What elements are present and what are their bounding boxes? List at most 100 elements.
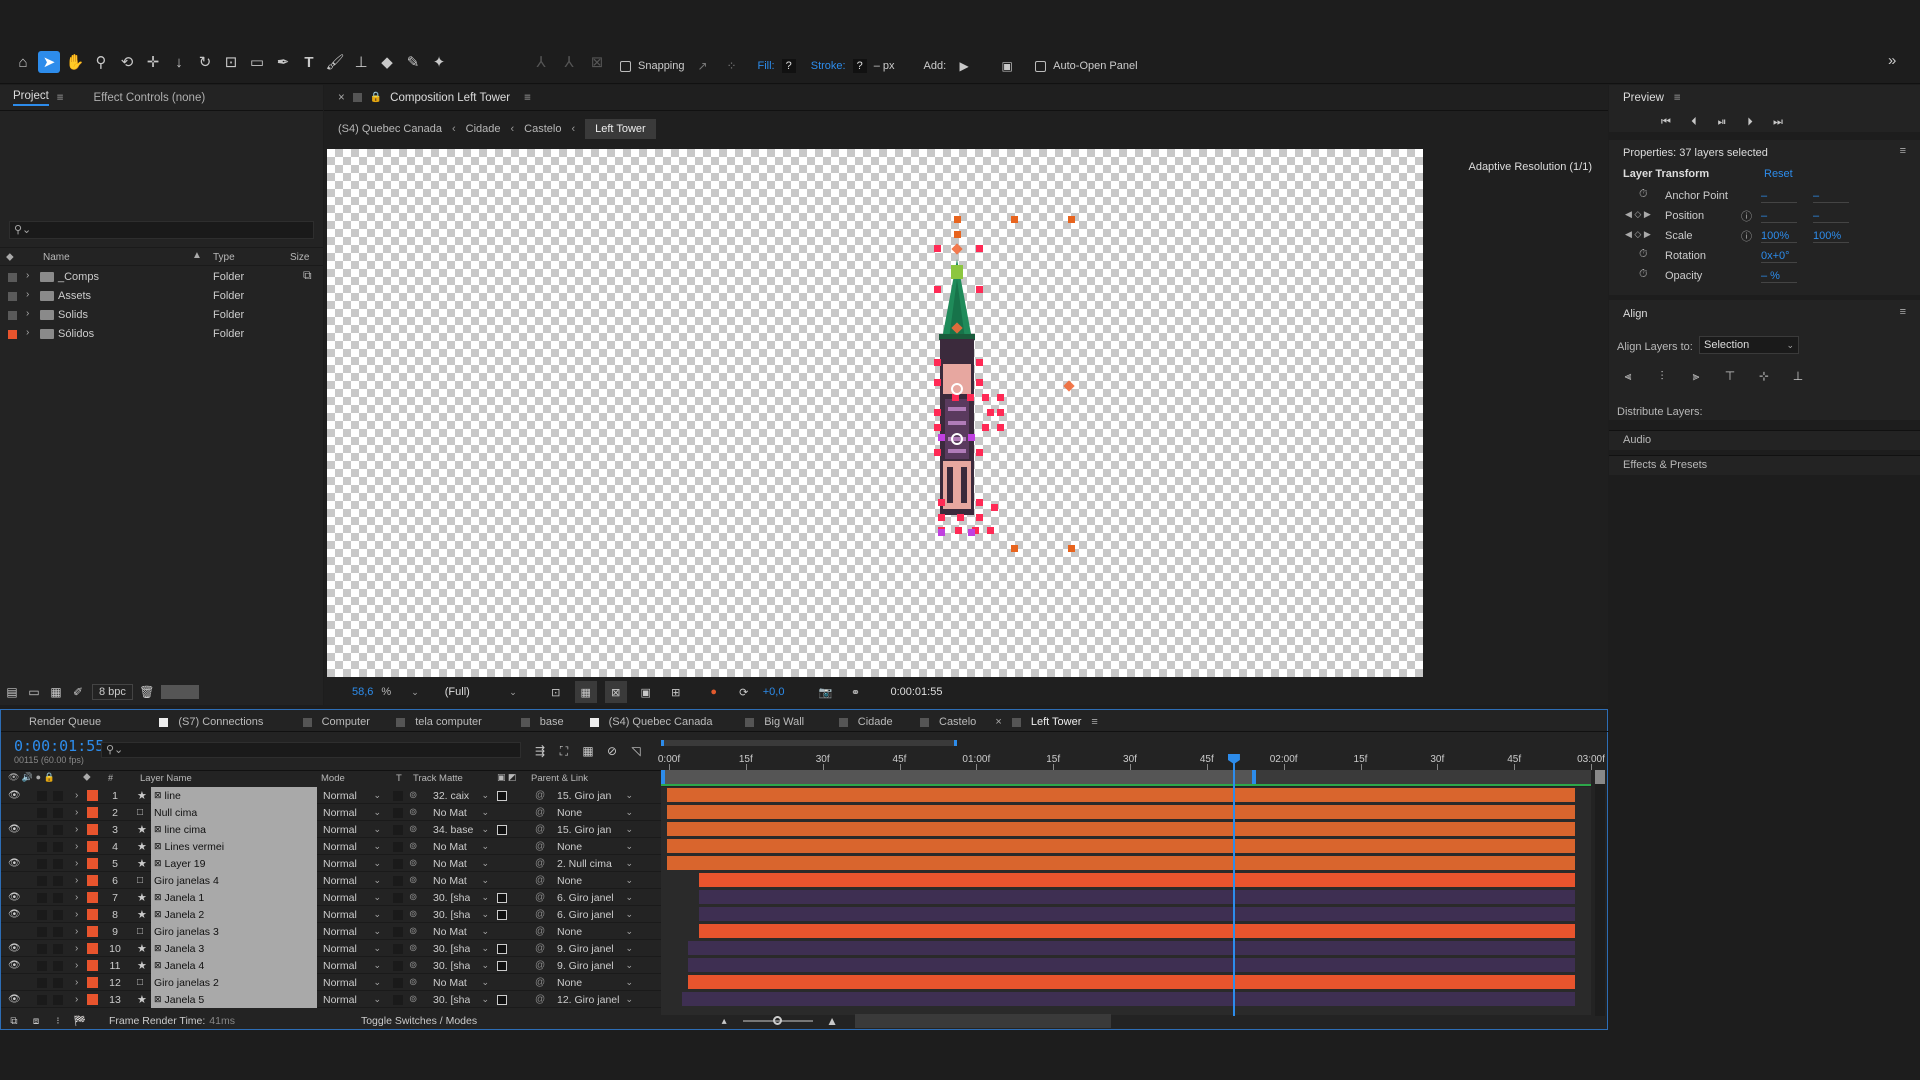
layer-label-color[interactable] [87, 974, 98, 991]
chevron-right-icon[interactable]: › [26, 270, 29, 281]
lock-switch[interactable] [53, 974, 63, 991]
current-time[interactable]: 0:00:01:55 [14, 737, 104, 755]
track-matte-dropdown[interactable]: No Mat ⌄ [433, 923, 489, 940]
track-matte-dropdown[interactable]: 30. [sha ⌄ [433, 991, 489, 1008]
expand-layer-icon[interactable]: › [75, 957, 78, 974]
align-left-icon[interactable]: ⫷ [1617, 365, 1639, 387]
fill-swatch[interactable]: ? [781, 59, 796, 73]
preserve-transparency-switch[interactable] [393, 838, 403, 855]
horizontal-scrollbar[interactable] [855, 1014, 1112, 1028]
tools-panel-icon[interactable]: ▣ [996, 55, 1018, 77]
label-color[interactable] [8, 292, 17, 301]
parent-dropdown[interactable]: None ⌄ [557, 974, 633, 991]
layer-duration-bar[interactable] [698, 907, 1575, 921]
layer-row[interactable]: › 12 □ Giro janelas 2 Normal ⌄ ⊚ No Mat ⌄ @ None ⌄ [1, 974, 661, 991]
first-frame-icon[interactable]: ⏮ [1655, 111, 1677, 133]
layer-duration-bar[interactable] [688, 958, 1575, 972]
visibility-eye-icon[interactable]: 👁 [8, 855, 21, 872]
layer-row[interactable]: 👁 › 11 ★ ⊠ Janela 4 Normal ⌄ ⊚ 30. [sha ⌄ @9. Giro … [1, 957, 661, 974]
transfer-controls-icon[interactable]: ⧈ [29, 1010, 43, 1032]
matte-link-icon[interactable]: ⊚ [409, 821, 417, 838]
play-icon[interactable]: ⏯ [1711, 111, 1733, 133]
preserve-transparency-switch[interactable] [393, 991, 403, 1008]
parent-dropdown[interactable]: None ⌄ [557, 872, 633, 889]
layer-name[interactable]: ⊠ Layer 19 [151, 855, 317, 872]
align-right-icon[interactable]: ⫸ [1685, 365, 1707, 387]
bpc-toggle[interactable]: 8 bpc [92, 684, 133, 700]
column-size[interactable]: Size [290, 252, 309, 263]
work-area-bar[interactable] [661, 770, 1256, 784]
align-bottom-icon[interactable]: ⊥ [1787, 365, 1809, 387]
parent-pickwhip-icon[interactable]: @ [535, 957, 545, 974]
parent-dropdown[interactable]: None ⌄ [557, 923, 633, 940]
parent-dropdown[interactable]: 15. Giro jan ⌄ [557, 821, 633, 838]
matte-source-icon[interactable] [497, 991, 507, 1008]
close-tab-icon[interactable]: × [338, 92, 345, 104]
matte-link-icon[interactable]: ⊚ [409, 906, 417, 923]
info-icon[interactable]: ⓘ [1741, 228, 1752, 244]
mask-visibility-icon[interactable]: ⊠ [604, 681, 627, 703]
parent-dropdown[interactable]: 12. Giro janel ⌄ [557, 991, 633, 1008]
parent-pickwhip-icon[interactable]: @ [535, 804, 545, 821]
layer-label-color[interactable] [87, 940, 98, 957]
track-matte-dropdown[interactable]: 30. [sha ⌄ [433, 940, 489, 957]
zoom-value[interactable]: 58,6 [352, 686, 373, 698]
layer-duration-bar[interactable] [667, 788, 1575, 802]
motion-blur-icon[interactable]: ⊘ [603, 740, 621, 762]
zoom-in-icon[interactable]: ▲ [821, 1010, 843, 1032]
matte-source-icon[interactable] [497, 889, 507, 906]
matte-link-icon[interactable]: ⊚ [409, 804, 417, 821]
column-parent[interactable]: Parent & Link [531, 773, 588, 784]
layer-row[interactable]: 👁 › 5 ★ ⊠ Layer 19 Normal ⌄ ⊚ No Mat ⌄ @2. Null cim… [1, 855, 661, 872]
lock-icon[interactable]: 🔒 [370, 92, 382, 103]
preserve-transparency-switch[interactable] [393, 940, 403, 957]
matte-link-icon[interactable]: ⊚ [409, 787, 417, 804]
project-item[interactable]: › Assets Folder [0, 287, 300, 306]
layer-name[interactable]: ⊠ Janela 1 [151, 889, 317, 906]
time-ruler[interactable]: 0:00f 15f 30f 45f 01:00f 15f 30f 45f 02:00f 15f 30… [658, 750, 1605, 770]
matte-link-icon[interactable]: ⊚ [409, 923, 417, 940]
interpret-footage-icon[interactable]: ▤ [4, 681, 20, 703]
stopwatch-icon[interactable]: ⏱ [1639, 268, 1648, 281]
effects-presets-panel[interactable]: Effects & Presets [1609, 455, 1920, 475]
layer-label-color[interactable] [87, 872, 98, 889]
composition-mini-flowchart-icon[interactable]: ⇶ [531, 740, 549, 762]
layer-label-color[interactable] [87, 804, 98, 821]
rotation-tool-icon[interactable]: ↻ [194, 51, 216, 73]
solo-switch[interactable] [37, 974, 47, 991]
align-h-center-icon[interactable]: ⫶ [1651, 365, 1673, 387]
parent-pickwhip-icon[interactable]: @ [535, 974, 545, 991]
parent-pickwhip-icon[interactable]: @ [535, 889, 545, 906]
layer-label-color[interactable] [87, 906, 98, 923]
layer-name[interactable]: ⊠ Janela 3 [151, 940, 317, 957]
matte-source-icon[interactable] [497, 787, 507, 804]
timeline-tab[interactable]: Cidade [838, 714, 893, 730]
tab-menu-icon[interactable]: ≡ [1091, 716, 1097, 728]
track-matte-dropdown[interactable]: 30. [sha ⌄ [433, 906, 489, 923]
expand-layer-icon[interactable]: › [75, 940, 78, 957]
layer-mode-dropdown[interactable]: Normal ⌄ [323, 821, 381, 838]
timeline-tab[interactable]: base [520, 714, 564, 730]
solo-switch[interactable] [37, 923, 47, 940]
align-v-center-icon[interactable]: ⊹ [1753, 365, 1775, 387]
expand-layer-icon[interactable]: › [75, 889, 78, 906]
column-t[interactable]: T [396, 773, 402, 784]
brush-tool-icon[interactable]: 🖌 [324, 51, 346, 73]
render-time-icon[interactable]: 🏁 [73, 1010, 87, 1032]
layer-duration-bar[interactable] [698, 890, 1575, 904]
track-matte-dropdown[interactable]: No Mat ⌄ [433, 974, 489, 991]
layer-mode-dropdown[interactable]: Normal ⌄ [323, 957, 381, 974]
timeline-tab[interactable]: × Left Tower ≡ [995, 714, 1097, 730]
layer-name[interactable]: ⊠ line [151, 787, 317, 804]
expand-layer-icon[interactable]: › [75, 974, 78, 991]
reset-button[interactable]: Reset [1764, 168, 1793, 180]
property-value[interactable]: – % [1761, 270, 1797, 283]
chevron-right-icon[interactable]: › [26, 289, 29, 300]
property-value[interactable]: 0x+0° [1761, 250, 1797, 263]
timeline-scrollbar[interactable] [1595, 770, 1605, 1016]
track-matte-dropdown[interactable]: No Mat ⌄ [433, 804, 489, 821]
layer-label-color[interactable] [87, 855, 98, 872]
parent-dropdown[interactable]: 2. Null cima ⌄ [557, 855, 633, 872]
adjust-settings-icon[interactable]: ✐ [70, 681, 86, 703]
transparency-grid-icon[interactable]: ▦ [574, 681, 597, 703]
